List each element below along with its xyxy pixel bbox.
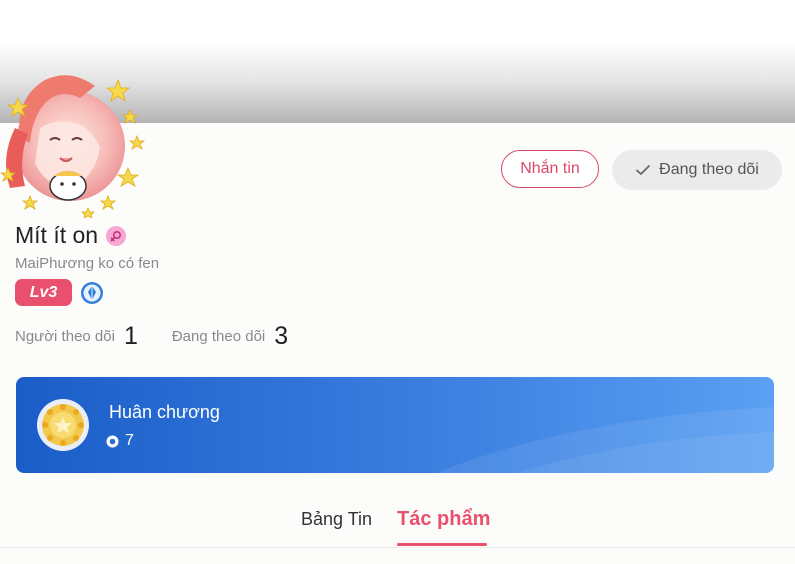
top-bar (0, 0, 795, 44)
tab-feed[interactable]: Bảng Tin (301, 509, 372, 530)
followers-label[interactable]: Người theo dõi (15, 328, 115, 345)
blue-gem-icon[interactable] (80, 281, 104, 305)
card-decoration (436, 407, 774, 473)
divider (0, 547, 795, 548)
small-circle-icon (106, 435, 119, 447)
following-button-label: Đang theo dõi (659, 161, 759, 178)
profile-bio: MaiPhương ko có fen (15, 255, 160, 272)
check-icon (636, 165, 651, 175)
following-count[interactable]: 3 (274, 322, 288, 351)
medal-card[interactable]: Huân chương 7 (16, 377, 774, 473)
avatar-frame-icon (0, 75, 146, 218)
level-badge[interactable]: Lv3 (15, 279, 72, 306)
profile-name: Mít ít on (15, 222, 99, 248)
name-row: Mít ít on (15, 222, 127, 249)
female-symbol-icon (106, 225, 127, 246)
message-button[interactable]: Nhắn tin (501, 150, 599, 188)
active-tab-indicator (397, 543, 487, 546)
medal-title: Huân chương (109, 402, 220, 422)
stats-row: Người theo dõi 1 Đang theo dõi 3 (15, 322, 288, 351)
message-button-label: Nhắn tin (520, 160, 580, 177)
gold-medal-icon (37, 399, 89, 451)
tab-works[interactable]: Tác phẩm (397, 508, 490, 531)
following-button[interactable]: Đang theo dõi (612, 150, 782, 190)
badge-row: Lv3 (15, 279, 104, 306)
medal-count-row: 7 (106, 432, 134, 450)
following-label[interactable]: Đang theo dõi (172, 328, 265, 345)
medal-count: 7 (125, 432, 134, 449)
tab-bar: Bảng Tin Tác phẩm (0, 495, 795, 547)
avatar[interactable] (0, 68, 150, 218)
followers-count[interactable]: 1 (124, 322, 138, 351)
